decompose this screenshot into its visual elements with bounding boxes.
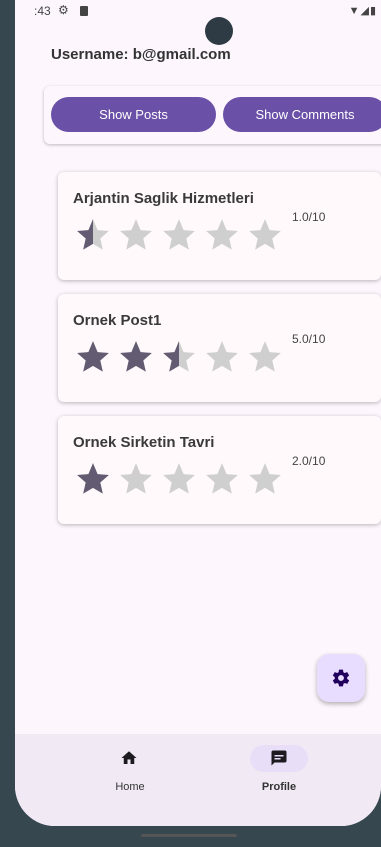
profile-chat-icon bbox=[271, 750, 287, 766]
home-icon bbox=[121, 751, 137, 764]
star-rating-bar bbox=[74, 338, 289, 378]
status-bar: :43 ⚙ ▼◢▮ bbox=[15, 0, 381, 24]
star-icon bbox=[249, 341, 281, 372]
action-bar: Show Posts Show Comments bbox=[44, 86, 381, 144]
star-icon bbox=[163, 341, 195, 372]
star-icon bbox=[77, 463, 109, 494]
star-rating-bar bbox=[74, 216, 289, 256]
app-screen: :43 ⚙ ▼◢▮ Username: b@gmail.com Show Pos… bbox=[15, 0, 381, 826]
show-comments-button[interactable]: Show Comments bbox=[223, 97, 381, 132]
star-icon bbox=[77, 341, 109, 372]
rating-title: Ornek Sirketin Tavri bbox=[73, 434, 215, 451]
star-icon bbox=[120, 341, 152, 372]
signal-battery-icon: ▼◢▮ bbox=[348, 5, 377, 17]
show-posts-button[interactable]: Show Posts bbox=[51, 97, 216, 132]
nav-item-home[interactable]: Home bbox=[70, 734, 190, 814]
camera-cutout bbox=[205, 17, 233, 45]
rating-score: 2.0/10 bbox=[292, 454, 326, 468]
star-icon bbox=[249, 219, 281, 250]
star-icon bbox=[206, 463, 238, 494]
star-icon bbox=[77, 219, 109, 250]
rating-card[interactable]: Ornek Sirketin Tavri 2.0/10 bbox=[58, 416, 381, 524]
star-icon bbox=[163, 463, 195, 494]
star-icon bbox=[163, 219, 195, 250]
rating-score: 1.0/10 bbox=[292, 210, 326, 224]
status-time: :43 bbox=[34, 4, 51, 18]
rating-card[interactable]: Arjantin Saglik Hizmetleri 1.0/10 bbox=[58, 172, 381, 280]
rating-card[interactable]: Ornek Post1 5.0/10 bbox=[58, 294, 381, 402]
rating-title: Ornek Post1 bbox=[73, 312, 162, 329]
username-label: Username: b@gmail.com bbox=[51, 46, 231, 63]
gear-icon bbox=[332, 669, 350, 687]
rating-score: 5.0/10 bbox=[292, 332, 326, 346]
star-icon bbox=[206, 341, 238, 372]
bottom-navigation: Home Profile bbox=[15, 734, 381, 826]
nav-label-home: Home bbox=[115, 781, 145, 793]
star-icon bbox=[120, 463, 152, 494]
sd-card-icon bbox=[80, 6, 88, 16]
rating-title: Arjantin Saglik Hizmetleri bbox=[73, 190, 254, 207]
star-icon bbox=[249, 463, 281, 494]
nav-label-profile: Profile bbox=[261, 781, 297, 793]
settings-fab[interactable] bbox=[317, 654, 365, 702]
nav-item-profile[interactable]: Profile bbox=[219, 734, 339, 814]
home-indicator[interactable] bbox=[141, 834, 237, 837]
gear-icon: ⚙ bbox=[58, 3, 69, 17]
star-icon bbox=[120, 219, 152, 250]
star-icon bbox=[206, 219, 238, 250]
star-rating-bar bbox=[74, 460, 289, 500]
